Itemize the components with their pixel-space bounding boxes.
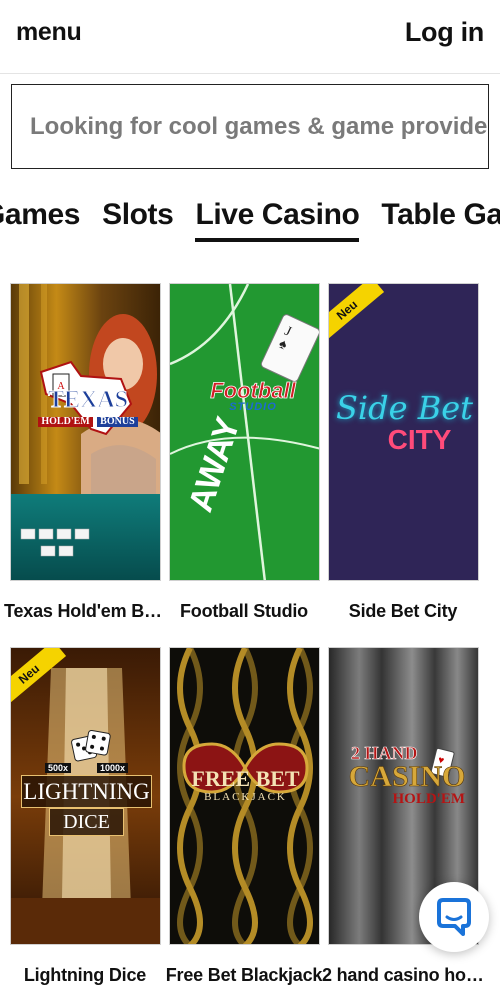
tab-table-games[interactable]: Table Games — [381, 198, 500, 238]
football-studio-artwork: J ♠ AWAY — [170, 284, 319, 580]
game-title[interactable]: Side Bet City — [322, 601, 484, 622]
tab-games[interactable]: Games — [0, 198, 80, 238]
game-thumbnail[interactable]: Neu Side Bet CITY — [328, 283, 479, 581]
tab-slots[interactable]: Slots — [102, 198, 174, 238]
texas-holdem-artwork: A — [11, 284, 160, 580]
chat-icon — [437, 898, 471, 936]
menu-button[interactable]: menu — [16, 18, 82, 47]
game-title[interactable]: Free Bet Blackjack — [163, 965, 325, 986]
category-tabs: Games Slots Live Casino Table Games — [0, 190, 500, 250]
game-thumbnail[interactable]: Neu 500x 1000x LIGHTNING DICE — [10, 647, 161, 945]
game-logo: Football STUDIO — [210, 378, 296, 413]
game-logo: 2 HAND CASINO HOLD'EM — [348, 743, 466, 807]
game-thumbnail[interactable]: A TEXAS HOLD'EM BONUS — [10, 283, 161, 581]
game-title[interactable]: Texas Hold'em Bonus — [4, 601, 166, 622]
tab-live-casino[interactable]: Live Casino — [195, 198, 360, 242]
game-logo: Side Bet CITY — [335, 389, 474, 455]
search-box — [11, 84, 489, 169]
game-thumbnail[interactable]: FREE BET BLACKJACK — [169, 647, 320, 945]
game-title[interactable]: Football Studio — [163, 601, 325, 622]
search-input[interactable] — [12, 85, 488, 168]
game-title[interactable]: 2 hand casino hold'em — [322, 965, 484, 986]
game-thumbnail[interactable]: J ♠ AWAY Football STUDIO — [169, 283, 320, 581]
login-button[interactable]: Log in — [405, 17, 484, 48]
game-logo: 500x 1000x LIGHTNING DICE — [11, 763, 160, 836]
top-bar: menu Log in — [0, 0, 500, 74]
game-title[interactable]: Lightning Dice — [4, 965, 166, 986]
chat-button[interactable] — [419, 882, 489, 952]
game-logo: FREE BET BLACKJACK — [191, 766, 300, 803]
game-logo: TEXAS HOLD'EM BONUS — [33, 388, 143, 428]
